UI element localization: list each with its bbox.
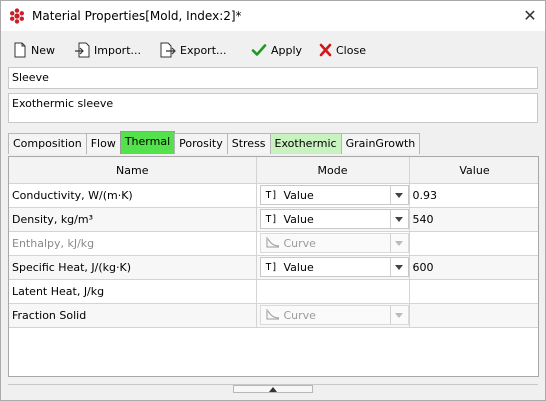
column-header-value[interactable]: Value bbox=[409, 157, 538, 184]
material-name-field[interactable]: Sleeve bbox=[8, 67, 538, 89]
red-x-icon bbox=[319, 43, 332, 57]
toolbar: New Import... Export... Apply Close bbox=[1, 35, 545, 65]
property-name: Fraction Solid bbox=[9, 303, 257, 328]
chevron-down-icon[interactable] bbox=[389, 258, 408, 276]
export-label: Export... bbox=[180, 43, 227, 57]
mode-cell: Curve bbox=[256, 303, 410, 328]
table-row: Latent Heat, J/kg bbox=[9, 279, 538, 304]
mode-select[interactable]: T] Value bbox=[259, 185, 409, 205]
property-name: Specific Heat, J/(kg·K) bbox=[9, 255, 257, 280]
mode-cell: T] Value bbox=[256, 207, 410, 232]
splitter-handle[interactable] bbox=[233, 385, 313, 393]
material-description-field[interactable]: Exothermic sleeve bbox=[8, 93, 538, 123]
table-row: Enthalpy, kJ/kg Curve bbox=[9, 231, 538, 256]
app-logo-icon bbox=[10, 8, 24, 24]
value-cell bbox=[409, 231, 538, 256]
window-title: Material Properties[Mold, Index:2]* bbox=[32, 9, 242, 23]
import-icon bbox=[75, 42, 90, 58]
new-label: New bbox=[31, 43, 55, 57]
property-tabs: Composition Flow Thermal Porosity Stress… bbox=[8, 131, 421, 155]
mode-select: Curve bbox=[259, 233, 409, 253]
title-bar: Material Properties[Mold, Index:2]* ✕ bbox=[1, 1, 545, 31]
table-row: Fraction Solid Curve bbox=[9, 303, 538, 328]
tab-stress[interactable]: Stress bbox=[226, 133, 271, 154]
apply-label: Apply bbox=[271, 43, 303, 57]
table-row: Density, kg/m³ T] Value 540 bbox=[9, 207, 538, 232]
import-label: Import... bbox=[94, 43, 141, 57]
value-cell bbox=[409, 303, 538, 328]
value-icon: T] bbox=[265, 261, 278, 273]
material-properties-window: Material Properties[Mold, Index:2]* ✕ Ne… bbox=[0, 0, 546, 401]
mode-select: Curve bbox=[259, 305, 409, 325]
apply-button[interactable]: Apply bbox=[251, 37, 302, 63]
value-cell[interactable]: 600 bbox=[409, 255, 538, 280]
close-button[interactable]: Close bbox=[319, 37, 366, 63]
tab-flow[interactable]: Flow bbox=[85, 133, 121, 154]
mode-label: Curve bbox=[283, 308, 316, 322]
close-label: Close bbox=[336, 43, 366, 57]
checkmark-icon bbox=[251, 44, 267, 56]
chevron-up-icon bbox=[269, 386, 277, 392]
value-icon: T] bbox=[265, 213, 278, 225]
tab-graingrowth[interactable]: GrainGrowth bbox=[340, 133, 421, 154]
value-cell[interactable]: 0.93 bbox=[409, 183, 538, 208]
mode-label: Curve bbox=[283, 236, 316, 250]
value-icon: T] bbox=[265, 189, 278, 201]
tab-composition[interactable]: Composition bbox=[8, 133, 87, 154]
export-button[interactable]: Export... bbox=[160, 37, 227, 63]
table-row: Conductivity, W/(m·K) T] Value 0.93 bbox=[9, 183, 538, 208]
tab-porosity[interactable]: Porosity bbox=[174, 133, 228, 154]
export-icon bbox=[160, 42, 176, 58]
value-cell[interactable] bbox=[409, 279, 538, 304]
property-name: Conductivity, W/(m·K) bbox=[9, 183, 257, 208]
mode-label: Value bbox=[283, 212, 314, 226]
column-header-mode[interactable]: Mode bbox=[256, 157, 410, 184]
mode-cell[interactable] bbox=[256, 279, 410, 304]
new-button[interactable]: New bbox=[13, 37, 55, 63]
chevron-down-icon[interactable] bbox=[389, 210, 408, 228]
window-close-button[interactable]: ✕ bbox=[519, 5, 541, 27]
import-button[interactable]: Import... bbox=[74, 37, 141, 63]
chevron-down-icon bbox=[389, 306, 408, 324]
chevron-down-icon bbox=[389, 234, 408, 252]
mode-select[interactable]: T] Value bbox=[259, 209, 409, 229]
value-cell[interactable]: 540 bbox=[409, 207, 538, 232]
property-name: Density, kg/m³ bbox=[9, 207, 257, 232]
curve-icon bbox=[266, 308, 280, 323]
thermal-properties-table: Name Mode Value Conductivity, W/(m·K) T]… bbox=[8, 156, 539, 377]
tab-exothermic[interactable]: Exothermic bbox=[269, 133, 342, 154]
property-name: Enthalpy, kJ/kg bbox=[9, 231, 257, 256]
property-name: Latent Heat, J/kg bbox=[9, 279, 257, 304]
new-document-icon bbox=[14, 42, 26, 58]
mode-label: Value bbox=[283, 260, 314, 274]
mode-label: Value bbox=[283, 188, 314, 202]
mode-cell: T] Value bbox=[256, 255, 410, 280]
chevron-down-icon[interactable] bbox=[389, 186, 408, 204]
mode-select[interactable]: T] Value bbox=[259, 257, 409, 277]
tab-thermal[interactable]: Thermal bbox=[119, 131, 176, 154]
curve-icon bbox=[266, 236, 280, 251]
column-header-name[interactable]: Name bbox=[9, 157, 257, 184]
mode-cell: Curve bbox=[256, 231, 410, 256]
table-row: Specific Heat, J/(kg·K) T] Value 600 bbox=[9, 255, 538, 280]
mode-cell: T] Value bbox=[256, 183, 410, 208]
panel-splitter bbox=[8, 384, 538, 393]
